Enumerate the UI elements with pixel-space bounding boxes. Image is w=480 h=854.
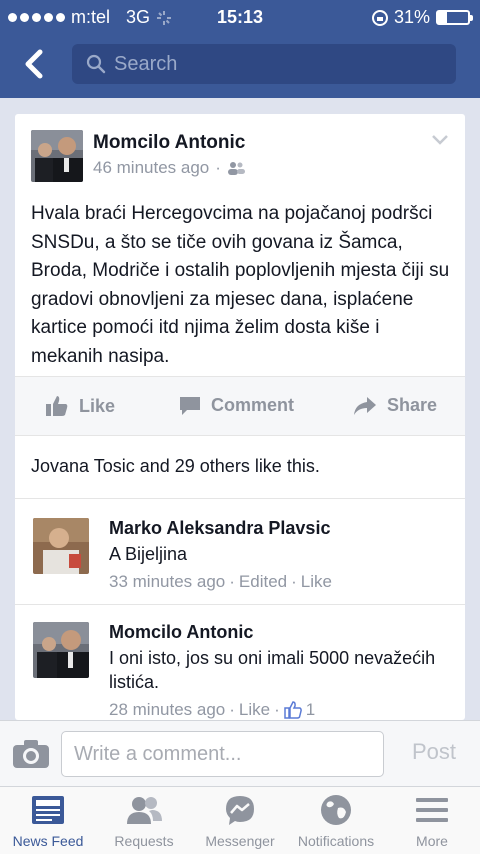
menu-icon (416, 798, 448, 822)
avatar[interactable] (33, 518, 89, 574)
tab-notifications[interactable]: Notifications (288, 793, 384, 853)
tab-messenger[interactable]: Messenger (192, 793, 288, 853)
avatar[interactable] (33, 622, 89, 678)
comment-time: 28 minutes ago (109, 700, 226, 719)
like-count-icon (284, 701, 302, 719)
app-header: m:tel 3G 15:13 31% Search (0, 0, 480, 98)
comment-meta: 28 minutes ago · Like · 1 (109, 700, 315, 720)
globe-icon (321, 795, 351, 825)
divider (15, 498, 465, 499)
comment-author[interactable]: Marko Aleksandra Plavsic (109, 518, 330, 539)
tab-news-feed[interactable]: News Feed (0, 793, 96, 853)
comment-like-link[interactable]: Like (239, 700, 270, 720)
likes-summary[interactable]: Jovana Tosic and 29 others like this. (31, 456, 320, 477)
post-author[interactable]: Momcilo Antonic (93, 132, 245, 154)
comment-text: A Bijeljina (109, 544, 188, 564)
thumbs-up-icon (46, 396, 68, 416)
comment-author[interactable]: Momcilo Antonic (109, 622, 253, 643)
post-comment-button[interactable]: Post (396, 739, 472, 765)
post-actions: Like Comment Share (15, 376, 465, 436)
comment-label: Comment (211, 395, 295, 415)
messenger-icon (226, 796, 254, 825)
like-label: Like (79, 395, 116, 416)
comment-input[interactable] (61, 731, 384, 777)
edited-link[interactable]: Edited (239, 572, 287, 592)
camera-icon[interactable] (12, 739, 50, 769)
comment-item: Momcilo Antonic I oni isto, jos su oni i… (15, 622, 465, 720)
comment-composer: Post (0, 720, 480, 786)
share-label: Share (387, 395, 438, 415)
meta-separator: · (291, 572, 297, 591)
meta-separator: · (274, 700, 280, 719)
battery-percent: 31% (393, 7, 430, 27)
post-card: Momcilo Antonic 46 minutes ago · Hvala b… (15, 114, 465, 720)
rotation-lock-icon (371, 9, 388, 26)
comment-item: Marko Aleksandra Plavsic A Bijeljina 33 … (15, 518, 465, 604)
comment-meta: 33 minutes ago · Edited · Like (109, 572, 332, 592)
friends-icon (227, 162, 245, 175)
like-count: 1 (305, 700, 316, 719)
status-bar: m:tel 3G 15:13 31% (0, 0, 480, 34)
tab-more[interactable]: More (384, 793, 480, 853)
back-icon[interactable] (18, 48, 52, 80)
divider (15, 604, 465, 605)
post-timestamp[interactable]: 46 minutes ago (93, 158, 209, 178)
comment-icon (180, 396, 200, 415)
like-button[interactable]: Like (45, 395, 115, 417)
tab-label: Requests (114, 833, 174, 849)
search-icon (86, 54, 106, 74)
post-text: Hvala braći Hercegovcima na pojačanoj po… (31, 203, 450, 367)
share-icon (354, 396, 376, 415)
comment-text: I oni isto, jos su oni imali 5000 nevaže… (109, 648, 436, 692)
share-button[interactable]: Share (353, 395, 437, 416)
comment-button[interactable]: Comment (179, 395, 294, 416)
requests-icon (127, 797, 162, 824)
tab-label: News Feed (12, 833, 84, 849)
bottom-tab-bar: News Feed Requests Messenger Notificatio… (0, 786, 480, 854)
meta-separator: · (229, 572, 235, 591)
comment-like-link[interactable]: Like (301, 572, 332, 592)
post-meta: 46 minutes ago · (93, 158, 245, 178)
battery-icon (436, 10, 473, 25)
comment-time: 33 minutes ago (109, 572, 226, 591)
tab-requests[interactable]: Requests (96, 793, 192, 853)
news-feed-icon (32, 796, 64, 824)
search-input[interactable]: Search (72, 44, 456, 84)
meta-separator: · (215, 158, 221, 177)
tab-label: Messenger (205, 833, 275, 849)
tab-label: Notifications (297, 833, 375, 849)
search-placeholder: Search (114, 53, 178, 75)
nav-row: Search (0, 40, 480, 88)
meta-separator: · (229, 700, 235, 719)
battery-status: 31% (371, 7, 473, 28)
avatar[interactable] (31, 130, 83, 182)
tab-label: More (416, 833, 448, 849)
chevron-down-icon[interactable] (431, 134, 449, 146)
